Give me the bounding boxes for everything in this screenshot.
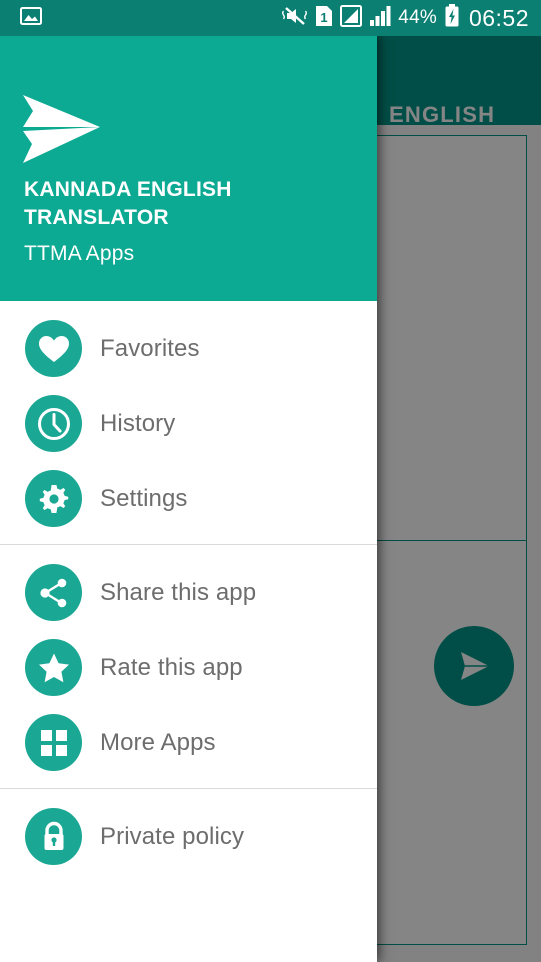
clock-icon bbox=[25, 395, 82, 452]
phone-screen: ENGLISH 1 44% 06:52 KANNADA ENGLISH TRAN… bbox=[0, 0, 541, 962]
drawer-item-share-this-app[interactable]: Share this app bbox=[0, 555, 377, 630]
drawer-app-subtitle: TTMA Apps bbox=[24, 242, 135, 265]
drawer-header: KANNADA ENGLISH TRANSLATOR TTMA Apps bbox=[0, 36, 377, 301]
drawer-item-label: Favorites bbox=[100, 334, 200, 362]
drawer-item-label: Share this app bbox=[100, 578, 257, 606]
navigation-drawer: KANNADA ENGLISH TRANSLATOR TTMA Apps Fav… bbox=[0, 36, 377, 962]
drawer-item-private-policy[interactable]: Private policy bbox=[0, 799, 377, 874]
lock-icon bbox=[25, 808, 82, 865]
translate-fab-button[interactable] bbox=[434, 626, 514, 706]
status-bar-right: 1 44% 06:52 bbox=[282, 4, 529, 32]
star-icon bbox=[25, 639, 82, 696]
drawer-item-rate-this-app[interactable]: Rate this app bbox=[0, 630, 377, 705]
heart-icon bbox=[25, 320, 82, 377]
battery-charging-icon bbox=[444, 4, 460, 32]
gear-icon bbox=[25, 470, 82, 527]
sim1-icon: 1 bbox=[315, 5, 333, 32]
battery-percent-label: 44% bbox=[398, 7, 437, 28]
drawer-item-more-apps[interactable]: More Apps bbox=[0, 705, 377, 780]
drawer-app-title: KANNADA ENGLISH TRANSLATOR bbox=[24, 178, 232, 229]
status-bar-left bbox=[20, 6, 42, 31]
status-bar-clock: 06:52 bbox=[468, 4, 529, 31]
drawer-divider-2 bbox=[0, 788, 377, 789]
drawer-item-label: History bbox=[100, 409, 176, 437]
drawer-divider-1 bbox=[0, 544, 377, 545]
signal-bars-2-icon bbox=[369, 5, 391, 32]
drawer-item-history[interactable]: History bbox=[0, 386, 377, 461]
drawer-item-label: Settings bbox=[100, 484, 188, 512]
drawer-item-label: Rate this app bbox=[100, 653, 243, 681]
drawer-menu: Favorites History Settings Share this ap… bbox=[0, 301, 377, 874]
signal-bars-icon bbox=[340, 4, 363, 32]
drawer-item-settings[interactable]: Settings bbox=[0, 461, 377, 536]
paper-plane-icon bbox=[22, 92, 104, 173]
grid-apps-icon bbox=[25, 714, 82, 771]
send-icon bbox=[452, 644, 496, 688]
image-icon bbox=[20, 6, 42, 31]
svg-text:1: 1 bbox=[321, 10, 328, 25]
drawer-item-favorites[interactable]: Favorites bbox=[0, 311, 377, 386]
status-bar: 1 44% 06:52 bbox=[0, 0, 541, 36]
vibrate-mute-icon bbox=[282, 5, 308, 32]
share-icon bbox=[25, 564, 82, 621]
drawer-item-label: Private policy bbox=[100, 822, 245, 850]
drawer-item-label: More Apps bbox=[100, 728, 216, 756]
